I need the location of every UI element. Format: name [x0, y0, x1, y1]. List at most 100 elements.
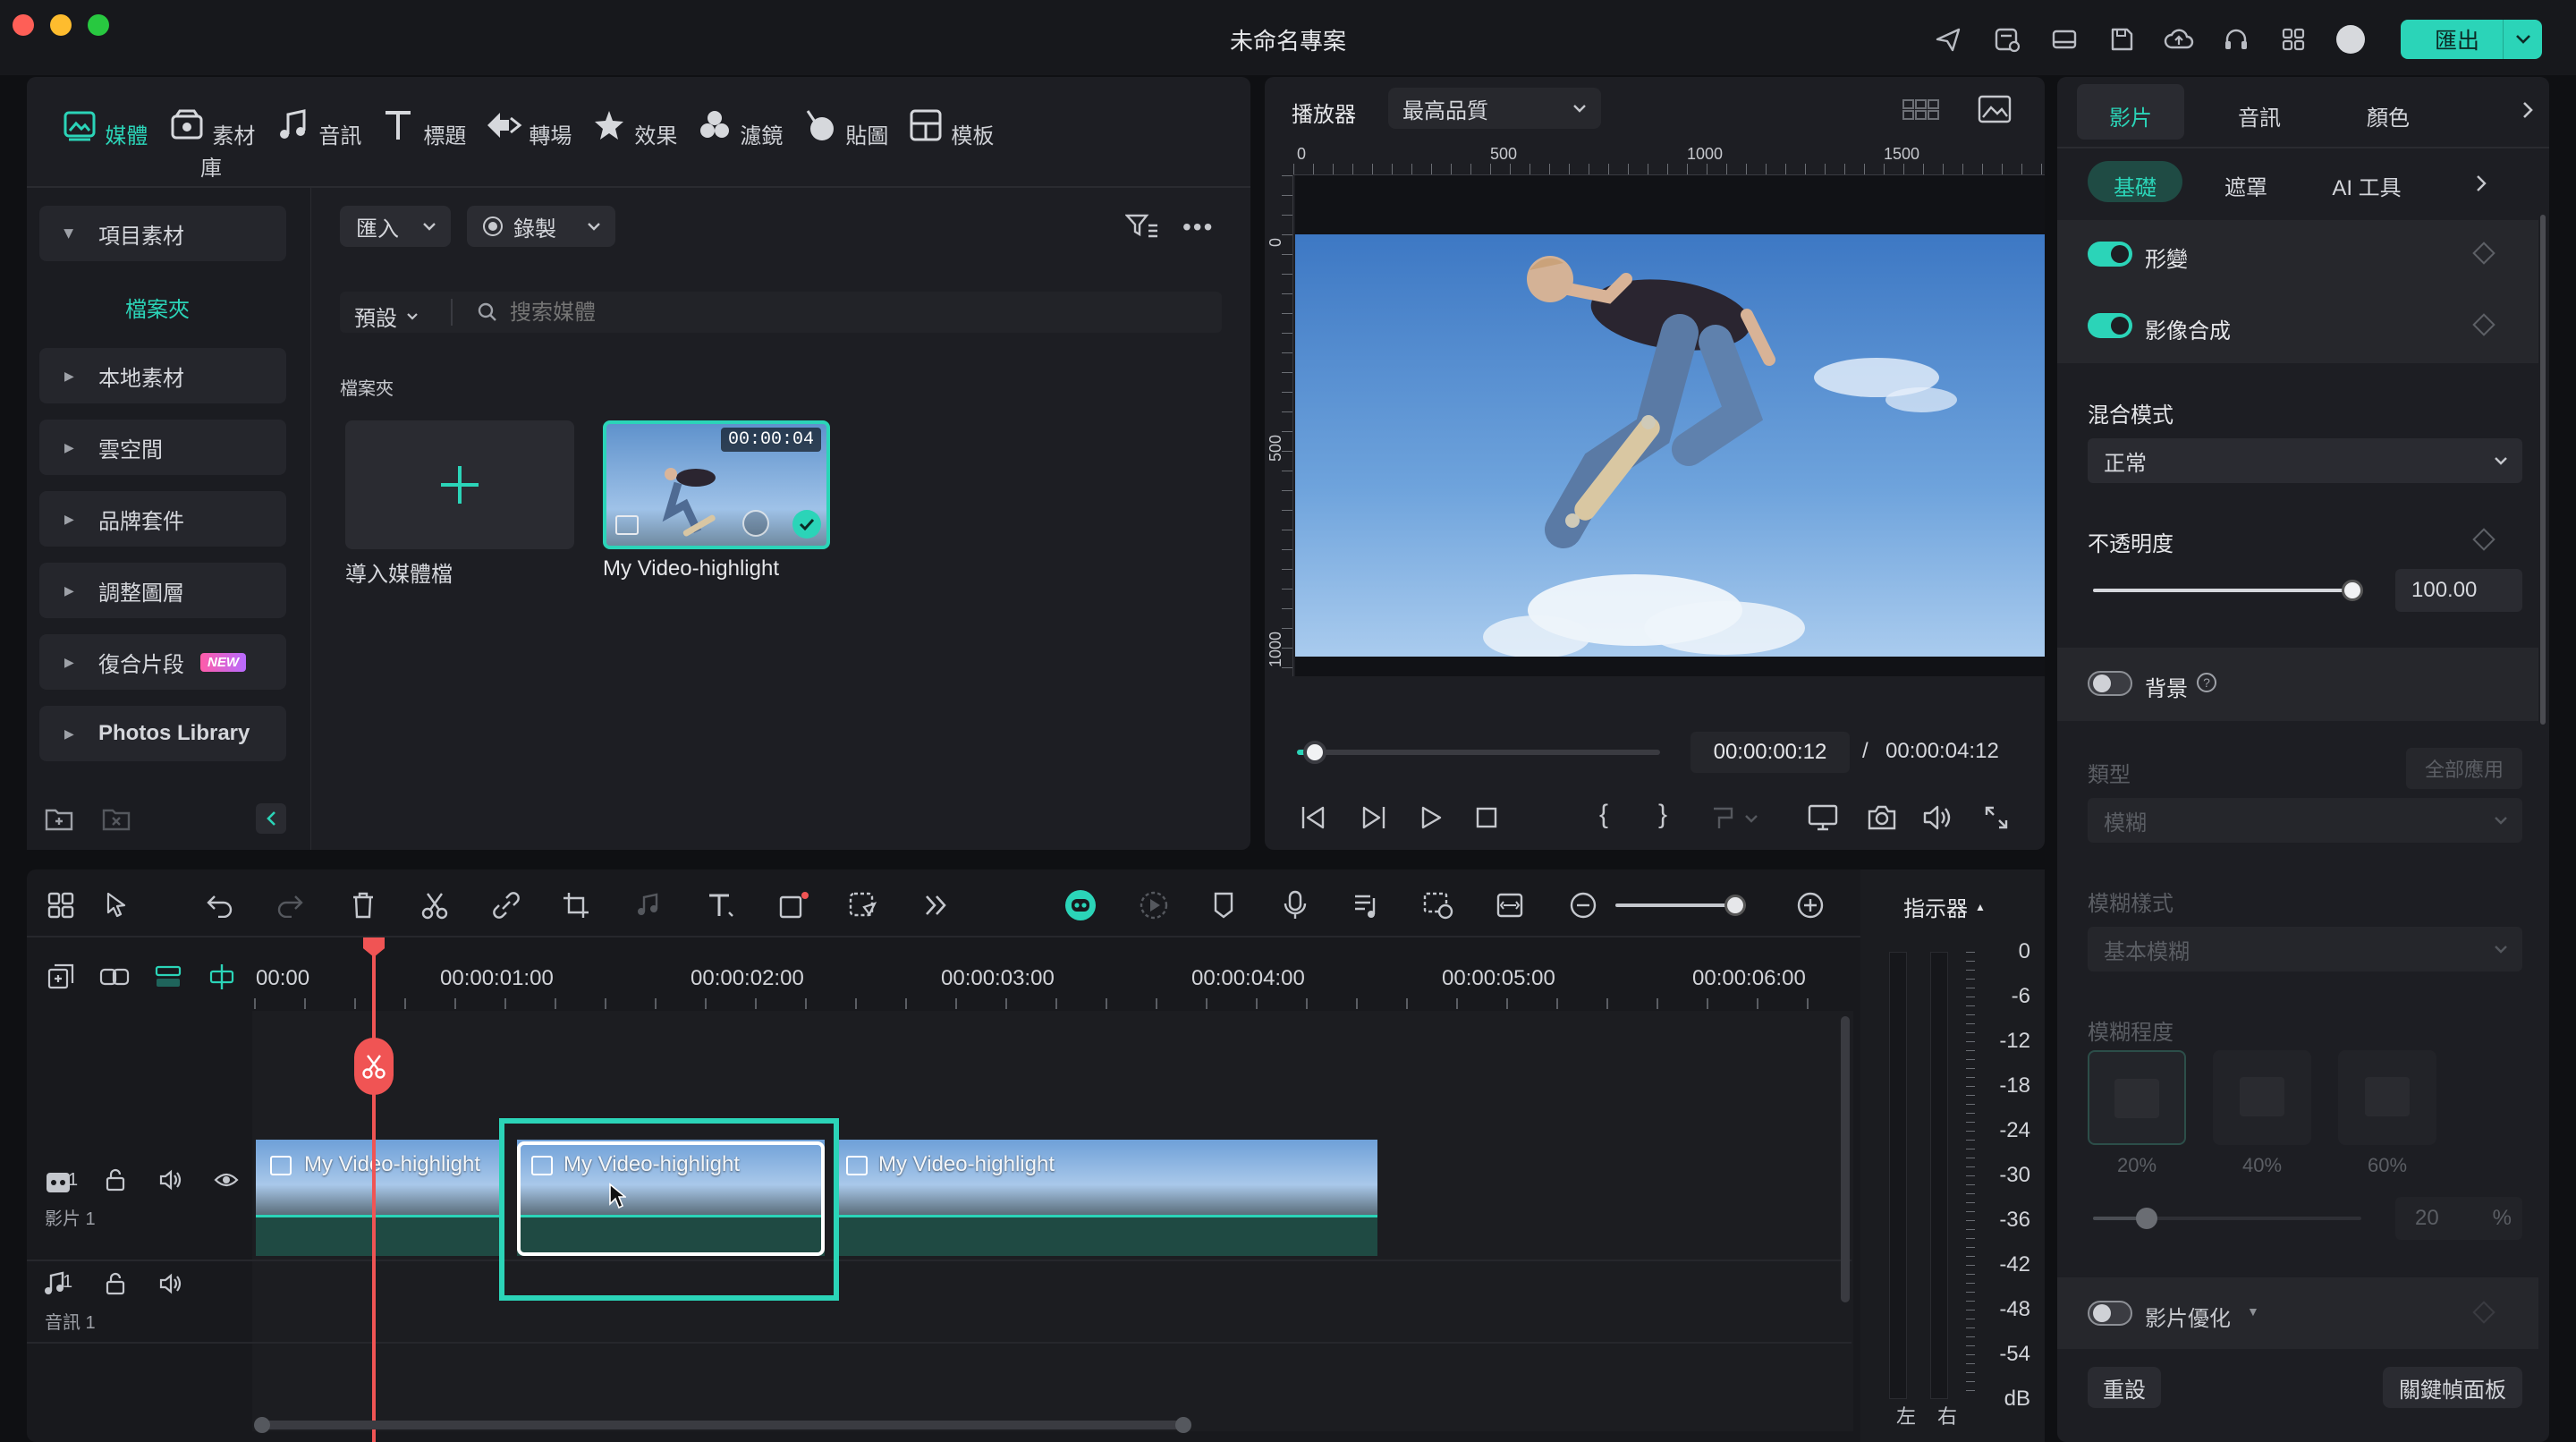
save-icon[interactable] [2106, 23, 2138, 55]
render-preview-icon[interactable] [1134, 886, 1174, 925]
tab-color[interactable]: 顏色 [2334, 100, 2442, 131]
sidebar-item-brand-kit[interactable]: ▶ 品牌套件 [39, 491, 286, 547]
enhance-toggle[interactable] [2088, 1301, 2132, 1326]
blur-slider-knob[interactable] [2136, 1208, 2157, 1229]
layout-icon[interactable] [2048, 23, 2080, 55]
subtab-mask[interactable]: 遮罩 [2199, 170, 2293, 201]
snapshot-icon[interactable] [1864, 802, 1900, 834]
tab-titles[interactable]: 標題 [377, 106, 467, 150]
sidebar-item-compound-clip[interactable]: ▶ 復合片段 NEW [39, 634, 286, 690]
blur-value-input[interactable]: 20 % [2395, 1197, 2522, 1240]
detach-icon[interactable] [487, 886, 526, 925]
props-scrollbar[interactable] [2540, 215, 2546, 725]
export-dropdown-icon[interactable] [2503, 20, 2542, 59]
zoom-out-icon[interactable] [1563, 886, 1603, 925]
eye-icon[interactable] [211, 1165, 242, 1195]
apps-grid-icon[interactable] [2277, 23, 2309, 55]
microphone-icon[interactable] [1275, 886, 1315, 925]
select-tool-icon[interactable] [100, 886, 140, 925]
playback-scrubber[interactable] [1303, 741, 1326, 764]
undo-icon[interactable] [200, 886, 240, 925]
apply-all-button[interactable]: 全部應用 [2406, 748, 2522, 789]
current-time[interactable]: 00:00:00:12 [1690, 732, 1850, 773]
volume-icon[interactable] [1919, 802, 1955, 834]
link-icon[interactable] [95, 957, 134, 997]
grid-view-icon[interactable] [1902, 95, 1941, 125]
zoom-slider[interactable] [1615, 895, 1746, 916]
fullscreen-icon[interactable] [1979, 802, 2014, 834]
tab-filters[interactable]: 濾鏡 [694, 106, 784, 150]
blend-mode-select[interactable]: 正常 [2088, 438, 2522, 483]
collapse-sidebar-icon[interactable] [256, 803, 286, 834]
scroll-handle-right[interactable] [1175, 1417, 1191, 1433]
import-button[interactable]: 匯入 [340, 206, 451, 247]
blur-preset-40[interactable] [2213, 1050, 2311, 1145]
timeline-clip[interactable]: My Video-highlight [256, 1140, 503, 1256]
fit-timeline-icon[interactable] [1490, 886, 1530, 925]
timeline-clip[interactable]: My Video-highlight [839, 1140, 1377, 1256]
track-manager-icon[interactable] [148, 957, 188, 997]
more-tools-icon[interactable] [916, 886, 955, 925]
auto-reframe-icon[interactable] [1419, 886, 1458, 925]
more-options-icon[interactable]: ••• [1182, 213, 1214, 242]
delete-icon[interactable] [343, 886, 383, 925]
volume-icon[interactable] [156, 1268, 186, 1299]
split-icon[interactable] [415, 886, 454, 925]
text-tool-icon[interactable] [701, 886, 741, 925]
volume-icon[interactable] [156, 1165, 186, 1195]
sidebar-item-project-media[interactable]: ▶ 項目素材 [39, 206, 286, 261]
playhead[interactable] [372, 937, 376, 1442]
tab-templates[interactable]: 模板 [905, 106, 995, 150]
layout-grid-icon[interactable] [41, 886, 80, 925]
timeline-vertical-scrollbar[interactable] [1841, 1016, 1850, 1302]
lock-icon[interactable] [100, 1268, 131, 1299]
export-button[interactable]: 匯出 [2401, 20, 2542, 59]
image-preview-icon[interactable] [1977, 93, 2012, 125]
mark-out-button[interactable]: } [1658, 800, 1667, 830]
media-clip-thumbnail[interactable]: 00:00:04 [603, 420, 830, 549]
zoom-in-icon[interactable] [1791, 886, 1830, 925]
crop-icon[interactable] [556, 886, 596, 925]
subtab-ai-tools[interactable]: AI 工具 [2313, 170, 2420, 201]
blur-level-slider[interactable] [2093, 1208, 2361, 1229]
ai-tool-icon[interactable] [844, 886, 884, 925]
help-icon[interactable]: ? [2197, 673, 2216, 692]
blur-preset-20[interactable] [2088, 1050, 2186, 1145]
filter-sort-icon[interactable] [1123, 209, 1161, 243]
background-toggle[interactable] [2088, 671, 2132, 696]
ai-copilot-icon[interactable] [1061, 886, 1100, 925]
tab-transitions[interactable]: 轉場 [483, 106, 572, 150]
audio-tool-icon[interactable] [628, 886, 667, 925]
sidebar-item-cloud[interactable]: ▶ 雲空間 [39, 420, 286, 475]
type-select[interactable]: 模糊 [2088, 798, 2522, 843]
keyframe-panel-button[interactable]: 關鍵幀面板 [2383, 1367, 2522, 1408]
stop-icon[interactable] [1470, 802, 1503, 834]
chevron-right-icon[interactable] [2470, 170, 2492, 197]
new-folder-icon[interactable] [43, 803, 75, 834]
marker-icon[interactable] [1204, 886, 1243, 925]
record-button[interactable]: 錄製 [467, 206, 615, 247]
compositing-toggle[interactable] [2088, 313, 2132, 338]
delete-folder-icon[interactable] [100, 803, 132, 834]
meter-dropdown[interactable]: 指示器 ▲ [1903, 891, 1986, 922]
lock-icon[interactable] [100, 1165, 131, 1195]
timeline-horizontal-scrollbar[interactable] [256, 1421, 1186, 1429]
add-track-icon[interactable] [41, 957, 80, 997]
blur-preset-60[interactable] [2338, 1050, 2436, 1145]
opacity-input[interactable]: 100.00 [2395, 569, 2522, 612]
tab-video[interactable]: 影片 [2077, 100, 2184, 131]
add-to-timeline-icon[interactable] [1708, 803, 1762, 834]
snap-icon[interactable] [202, 957, 242, 997]
tab-media[interactable]: 媒體 [59, 106, 148, 150]
sidebar-item-local[interactable]: ▶ 本地素材 [39, 348, 286, 403]
opacity-slider[interactable] [2093, 580, 2363, 601]
search-input[interactable] [510, 295, 1208, 331]
next-frame-icon[interactable] [1358, 802, 1390, 834]
preset-dropdown[interactable]: 預設 [354, 301, 419, 332]
chevron-right-icon[interactable] [2517, 97, 2538, 123]
tab-effects[interactable]: 效果 [589, 106, 678, 150]
mark-in-button[interactable]: { [1599, 800, 1608, 830]
previous-frame-icon[interactable] [1297, 802, 1329, 834]
tab-stickers[interactable]: 貼圖 [800, 106, 889, 150]
video-preview[interactable] [1295, 234, 2045, 657]
